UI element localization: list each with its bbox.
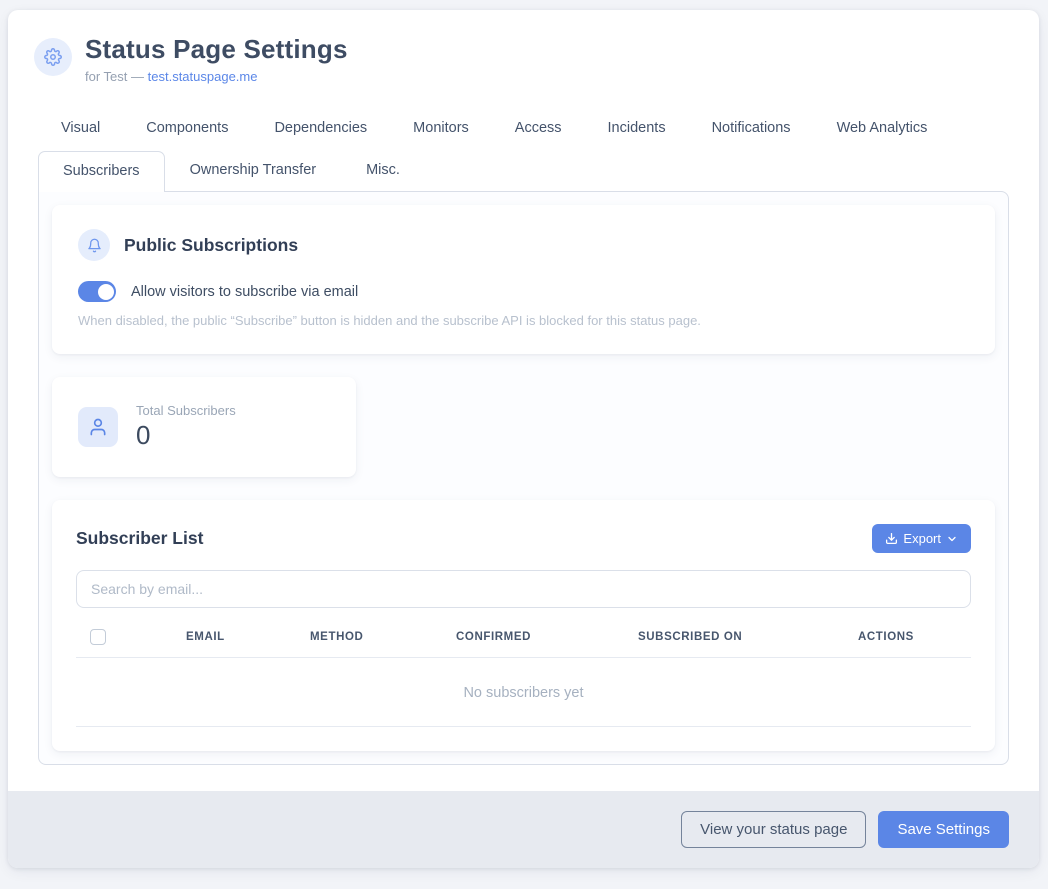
tabs-row-1: Visual Components Dependencies Monitors … [38,110,1009,150]
download-icon [885,532,898,545]
tab-access[interactable]: Access [492,110,585,150]
toggle-label: Allow visitors to subscribe via email [131,284,358,300]
column-header-subscribed-on: SUBSCRIBED ON [638,631,858,643]
tab-components[interactable]: Components [123,110,251,150]
page-subtitle: for Test — test.statuspage.me [85,69,348,84]
status-page-settings-card: Status Page Settings for Test — test.sta… [8,10,1039,868]
subscriber-list-card: Subscriber List Export EMAIL [52,500,995,751]
toggle-helper-text: When disabled, the public “Subscribe” bu… [78,313,969,328]
settings-tabs: Visual Components Dependencies Monitors … [8,110,1039,191]
tabs-row-2: Subscribers Ownership Transfer Misc. [38,150,1009,191]
tab-subscribers[interactable]: Subscribers [38,151,165,192]
public-subscriptions-title: Public Subscriptions [124,235,298,256]
tab-dependencies[interactable]: Dependencies [251,110,390,150]
save-settings-button[interactable]: Save Settings [878,811,1009,848]
empty-state-message: No subscribers yet [76,658,971,727]
subscriber-list-header: Subscriber List Export [76,524,971,553]
total-subscribers-card: Total Subscribers 0 [52,377,356,477]
toggle-knob [98,284,114,300]
settings-footer: View your status page Save Settings [8,791,1039,868]
subscriber-list-title: Subscriber List [76,528,203,549]
subscriber-table-header: EMAIL METHOD CONFIRMED SUBSCRIBED ON ACT… [76,629,971,658]
column-header-method: METHOD [310,631,456,643]
chevron-down-icon [946,533,958,545]
tab-monitors[interactable]: Monitors [390,110,492,150]
tab-incidents[interactable]: Incidents [585,110,689,150]
gear-icon [34,38,72,76]
page-title: Status Page Settings [85,34,348,65]
header-text: Status Page Settings for Test — test.sta… [85,34,348,84]
column-header-email: EMAIL [186,631,310,643]
subtitle-prefix: for Test — [85,69,148,84]
subscribers-tab-panel: Public Subscriptions Allow visitors to s… [38,191,1009,765]
select-all-checkbox[interactable] [90,629,106,645]
public-subscriptions-heading-row: Public Subscriptions [78,229,969,261]
select-all-cell [76,629,186,645]
export-button-label: Export [903,531,941,546]
tab-web-analytics[interactable]: Web Analytics [814,110,951,150]
column-header-actions: ACTIONS [858,631,971,643]
stat-label: Total Subscribers [136,403,236,418]
export-button[interactable]: Export [872,524,971,553]
page-header: Status Page Settings for Test — test.sta… [8,10,1039,84]
view-status-page-button[interactable]: View your status page [681,811,866,848]
stat-text: Total Subscribers 0 [136,403,236,451]
status-page-link[interactable]: test.statuspage.me [148,69,258,84]
allow-subscribe-toggle[interactable] [78,281,116,302]
tab-visual[interactable]: Visual [38,110,123,150]
column-header-confirmed: CONFIRMED [456,631,638,643]
user-icon [78,407,118,447]
search-input[interactable] [76,570,971,608]
stat-value: 0 [136,420,236,451]
tab-notifications[interactable]: Notifications [689,110,814,150]
tab-misc[interactable]: Misc. [341,150,425,191]
public-subscriptions-card: Public Subscriptions Allow visitors to s… [52,205,995,354]
tab-ownership-transfer[interactable]: Ownership Transfer [165,150,342,191]
subscribe-toggle-row: Allow visitors to subscribe via email [78,281,969,302]
bell-icon [78,229,110,261]
